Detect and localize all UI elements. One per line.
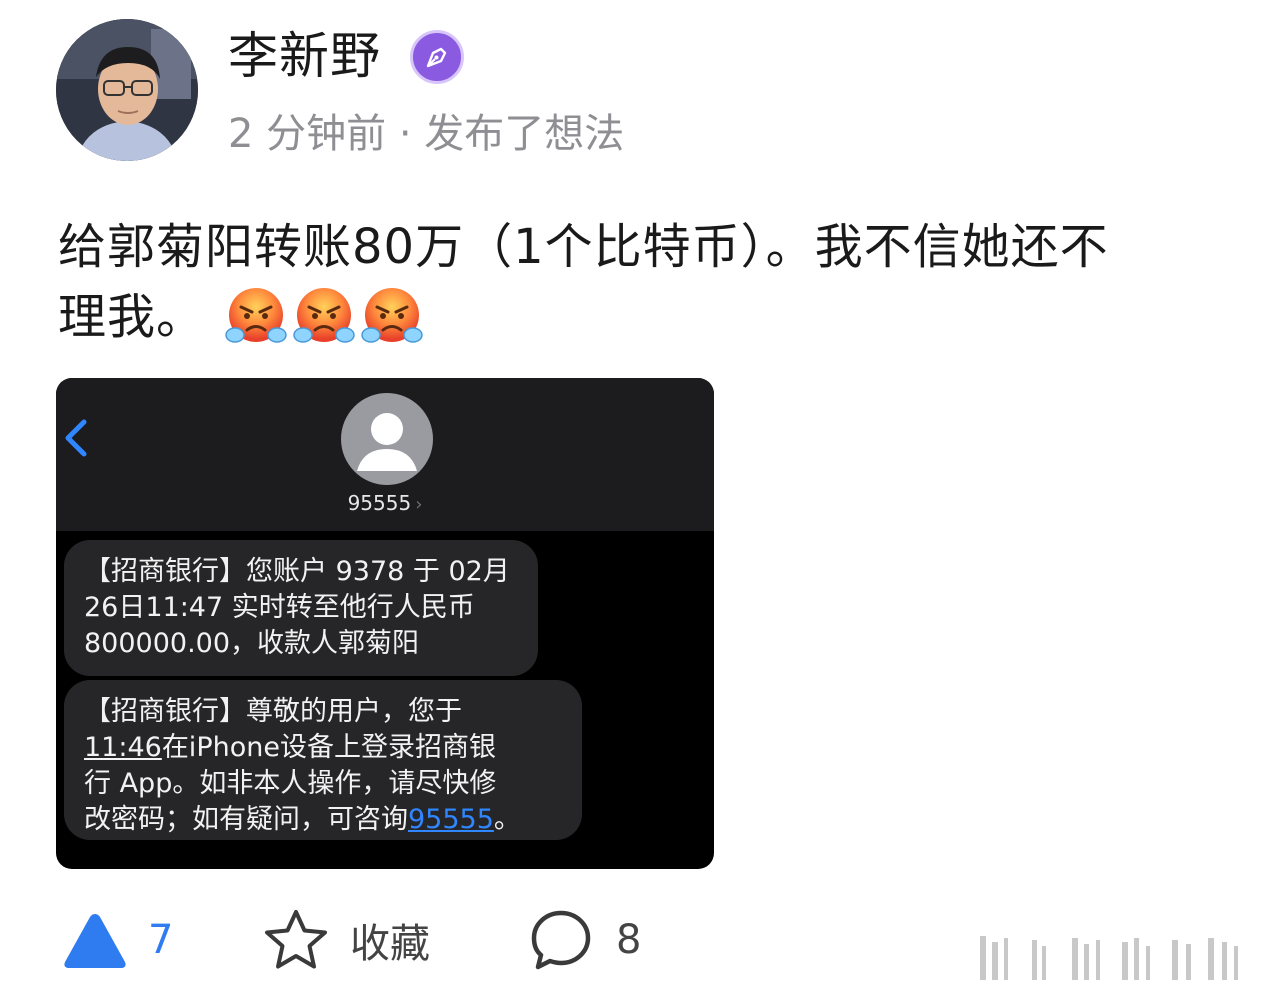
message-text: 26日11:47 实时转至他行人民币 bbox=[84, 592, 475, 623]
post-text-line2: 理我。 bbox=[58, 289, 206, 345]
message-text: 800000.00，收款人郭菊阳 bbox=[84, 628, 420, 659]
like-button[interactable]: 7 bbox=[62, 905, 173, 975]
favorite-button[interactable]: 收藏 bbox=[262, 905, 430, 975]
comment-count: 8 bbox=[616, 917, 642, 963]
message-text: 。 bbox=[493, 804, 521, 835]
message-bubble: 【招商银行】尊敬的用户，您于 11:46在iPhone设备上登录招商银 行 Ap… bbox=[64, 680, 582, 840]
upvote-triangle-icon bbox=[64, 914, 126, 968]
comment-bubble-icon bbox=[531, 910, 591, 970]
message-text: 【招商银行】您账户 9378 于 02月 bbox=[84, 556, 510, 587]
emoji-row bbox=[225, 285, 424, 347]
pen-nib-icon bbox=[410, 30, 464, 84]
chevron-right-icon: › bbox=[415, 494, 423, 515]
avatar[interactable] bbox=[56, 19, 198, 161]
post-text-line1: 给郭菊阳转账80万（1个比特币）。我不信她还不 bbox=[58, 219, 1109, 275]
comment-button[interactable]: 8 bbox=[528, 905, 641, 975]
favorite-label: 收藏 bbox=[350, 921, 430, 967]
angry-face-steam-emoji bbox=[361, 288, 424, 343]
message-text: 【招商银行】尊敬的用户，您于 bbox=[84, 696, 462, 727]
star-icon bbox=[265, 910, 327, 969]
message-text: 行 App。如非本人操作，请尽快修 bbox=[84, 768, 497, 799]
sms-screenshot[interactable]: 95555 › 【招商银行】您账户 9378 于 02月 26日11:47 实时转… bbox=[56, 378, 714, 869]
contact-avatar-icon bbox=[341, 393, 433, 485]
watermark bbox=[980, 936, 1238, 980]
back-chevron-icon bbox=[65, 419, 87, 457]
like-count: 7 bbox=[148, 917, 174, 963]
phone-link: 95555 bbox=[408, 804, 494, 835]
sms-header: 95555 › bbox=[56, 378, 714, 531]
angry-face-steam-emoji bbox=[225, 288, 288, 343]
contact-number: 95555 bbox=[347, 491, 412, 515]
post-meta: 2 分钟前 · 发布了想法 bbox=[228, 111, 625, 157]
message-bubble: 【招商银行】您账户 9378 于 02月 26日11:47 实时转至他行人民币 … bbox=[64, 540, 538, 676]
author-name[interactable]: 李新野 bbox=[228, 26, 381, 86]
message-text: 改密码；如有疑问，可咨询 bbox=[84, 804, 408, 835]
post-text: 给郭菊阳转账80万（1个比特币）。我不信她还不 理我。 bbox=[58, 212, 1228, 352]
contact-name: 95555 › bbox=[56, 490, 714, 518]
post-page: 李新野 2 分钟前 · 发布了想法 给郭菊阳转账80万（1个比特币）。我不信她还… bbox=[0, 0, 1280, 981]
message-text: 在iPhone设备上登录招商银 bbox=[161, 732, 496, 763]
angry-face-steam-emoji bbox=[293, 288, 356, 343]
message-time-link: 11:46 bbox=[84, 732, 162, 763]
